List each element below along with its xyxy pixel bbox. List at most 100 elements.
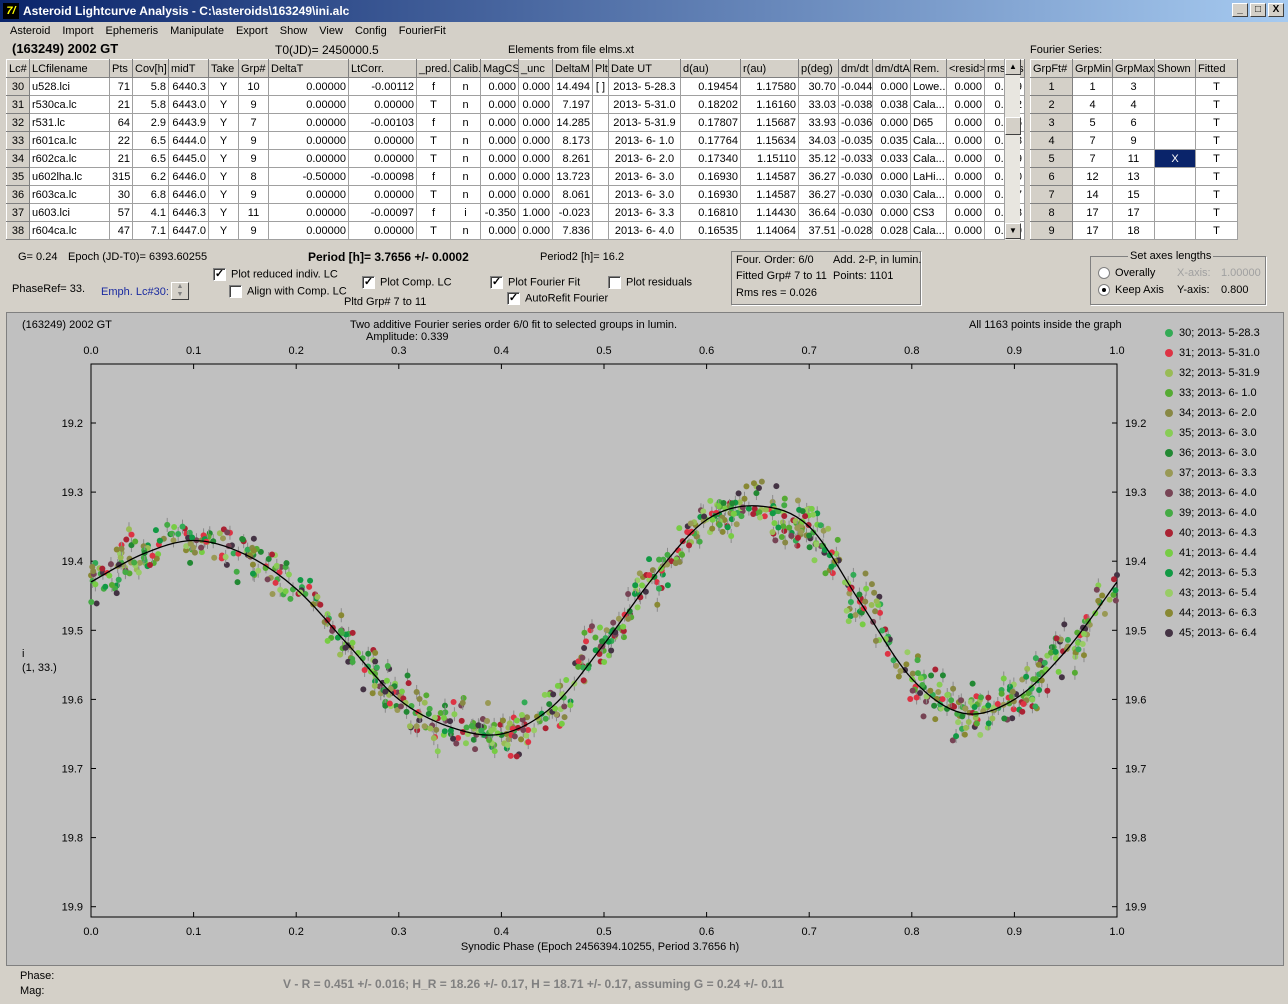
lc-cell[interactable]: -0.033 (838, 149, 873, 168)
menu-manipulate[interactable]: Manipulate (164, 25, 230, 37)
fourier-cell[interactable]: 9 (1112, 131, 1155, 150)
lc-cell[interactable]: [ ] (592, 77, 609, 96)
lc-cell[interactable]: 0.000 (518, 95, 553, 114)
lc-cell[interactable]: 0.000 (480, 149, 519, 168)
lc-cell[interactable]: -0.030 (838, 185, 873, 204)
lc-cell[interactable]: n (450, 131, 481, 150)
lc-cell[interactable]: 0.16810 (680, 203, 741, 222)
lc-cell[interactable]: 0.000 (480, 113, 519, 132)
fourier-table-row[interactable]: 356 T (1030, 113, 1238, 132)
lc-cell[interactable]: 36.27 (798, 167, 839, 186)
lc-cell[interactable]: 0.000 (946, 221, 985, 240)
lc-cell[interactable]: -0.030 (838, 203, 873, 222)
keep-axis-radio[interactable]: Keep Axis (1098, 284, 1164, 297)
scroll-up-icon[interactable]: ▲ (1005, 59, 1021, 75)
lc-cell[interactable]: Y (208, 221, 239, 240)
lc-table-row[interactable]: 31 r530ca.lc 21 5.8 6443.0 Y 9 0.00000 0.00000 Tn… (6, 95, 1025, 114)
lc-cell[interactable]: 0.000 (872, 167, 911, 186)
lc-cell[interactable]: 2013- 6- 3.0 (608, 167, 681, 186)
fourier-cell[interactable]: T (1195, 221, 1238, 240)
lc-cell[interactable]: 2013- 6- 1.0 (608, 131, 681, 150)
lc-cell[interactable]: 6446.0 (168, 185, 209, 204)
fourier-column-header[interactable]: Fitted (1195, 59, 1238, 78)
lc-cell[interactable]: -0.00112 (348, 77, 417, 96)
fourier-table-row[interactable]: 9 17 18 T (1030, 221, 1238, 240)
lc-cell[interactable]: 6.5 (132, 131, 169, 150)
fourier-cell[interactable]: 3 (1112, 77, 1155, 96)
lc-column-header[interactable]: Grp# (238, 59, 269, 78)
lc-row-header[interactable]: 34 (6, 149, 30, 168)
scroll-thumb[interactable] (1005, 117, 1021, 135)
lc-column-header[interactable]: dm/dt (838, 59, 873, 78)
lc-column-header[interactable]: _unc (518, 59, 553, 78)
align-comp-checkbox[interactable]: Align with Comp. LC (229, 285, 347, 298)
fourier-table-row[interactable]: 479 T (1030, 131, 1238, 150)
fourier-cell[interactable]: 4 (1112, 95, 1155, 114)
lc-cell[interactable]: 0.16535 (680, 221, 741, 240)
lc-cell[interactable]: 6443.0 (168, 95, 209, 114)
fourier-row-header[interactable]: 2 (1030, 95, 1073, 114)
lc-table-row[interactable]: 32 r531.lc 64 2.9 6443.9 Y 7 0.00000 -0.00103 f n 0… (6, 113, 1025, 132)
lc-cell[interactable]: 21 (109, 149, 133, 168)
lc-cell[interactable]: 0.000 (946, 113, 985, 132)
lc-cell[interactable]: Y (208, 185, 239, 204)
fourier-row-header[interactable]: 3 (1030, 113, 1073, 132)
lc-cell[interactable]: 0.000 (946, 185, 985, 204)
lc-row-header[interactable]: 30 (6, 77, 30, 96)
overally-radio[interactable]: Overally (1098, 267, 1155, 280)
lc-cell[interactable]: 1.15687 (740, 113, 799, 132)
lc-cell[interactable]: 7 (238, 113, 269, 132)
lc-cell[interactable]: 22 (109, 131, 133, 150)
lc-cell[interactable]: 0.000 (946, 149, 985, 168)
fourier-column-header[interactable]: GrpFt# (1030, 59, 1073, 78)
menu-fourierfit[interactable]: FourierFit (393, 25, 452, 37)
lc-cell[interactable]: T (416, 131, 451, 150)
lc-cell[interactable]: -0.030 (838, 167, 873, 186)
lc-cell[interactable] (592, 203, 609, 222)
fourier-row-header[interactable]: 8 (1030, 203, 1073, 222)
lc-cell[interactable]: 2013- 6- 3.0 (608, 185, 681, 204)
lc-cell[interactable]: 1.14587 (740, 167, 799, 186)
lc-cell[interactable]: 0.000 (518, 113, 553, 132)
lc-cell[interactable]: 2.9 (132, 113, 169, 132)
plot-fourier-checkbox[interactable]: ✓ Plot Fourier Fit (490, 276, 580, 289)
fourier-cell[interactable]: T (1195, 95, 1238, 114)
lc-cell[interactable]: n (450, 95, 481, 114)
fourier-row-header[interactable]: 6 (1030, 167, 1073, 186)
lc-column-header[interactable]: DeltaM (552, 59, 593, 78)
lc-cell[interactable]: r530ca.lc (29, 95, 110, 114)
lc-cell[interactable]: T (416, 221, 451, 240)
lc-cell[interactable] (592, 221, 609, 240)
lc-cell[interactable]: 0.000 (872, 77, 911, 96)
lc-cell[interactable]: 34.03 (798, 131, 839, 150)
fourier-cell[interactable]: T (1195, 203, 1238, 222)
fourier-cell[interactable]: 1 (1072, 77, 1113, 96)
lc-table-row[interactable]: 33 r601ca.lc 22 6.5 6444.0 Y 9 0.00000 0.00000 Tn… (6, 131, 1025, 150)
emph-spinner[interactable]: ▲ ▼ (171, 282, 189, 300)
lc-cell[interactable]: 0.000 (480, 131, 519, 150)
menu-view[interactable]: View (313, 25, 349, 37)
lc-cell[interactable]: T (416, 149, 451, 168)
lc-cell[interactable]: n (450, 185, 481, 204)
lightcurve-table[interactable]: Lc# LCfilename Pts Cov[h] midT Take Grp# DeltaT… (6, 59, 1025, 240)
lc-cell[interactable]: -0.028 (838, 221, 873, 240)
fourier-cell[interactable] (1154, 221, 1196, 240)
fourier-table-row[interactable]: 113T (1030, 77, 1238, 96)
lc-cell[interactable]: 0.00000 (268, 131, 349, 150)
fourier-cell[interactable]: T (1195, 131, 1238, 150)
lc-cell[interactable]: 9 (238, 221, 269, 240)
lc-cell[interactable]: Cala... (910, 185, 947, 204)
lc-cell[interactable]: 1.14430 (740, 203, 799, 222)
fourier-cell[interactable] (1154, 113, 1196, 132)
lc-column-header[interactable]: <resid> (946, 59, 985, 78)
fourier-cell[interactable] (1154, 185, 1196, 204)
lc-cell[interactable]: 0.000 (480, 77, 519, 96)
lc-cell[interactable] (592, 185, 609, 204)
lc-cell[interactable]: 30.70 (798, 77, 839, 96)
lc-row-header[interactable]: 31 (6, 95, 30, 114)
lc-table-row[interactable]: 37 u603.lci 57 4.1 6446.3 Y 11 0.00000 -0.00097 f… (6, 203, 1025, 222)
lc-cell[interactable]: 8 (238, 167, 269, 186)
lc-cell[interactable]: 9 (238, 149, 269, 168)
lc-cell[interactable] (592, 149, 609, 168)
fourier-cell[interactable] (1154, 167, 1196, 186)
